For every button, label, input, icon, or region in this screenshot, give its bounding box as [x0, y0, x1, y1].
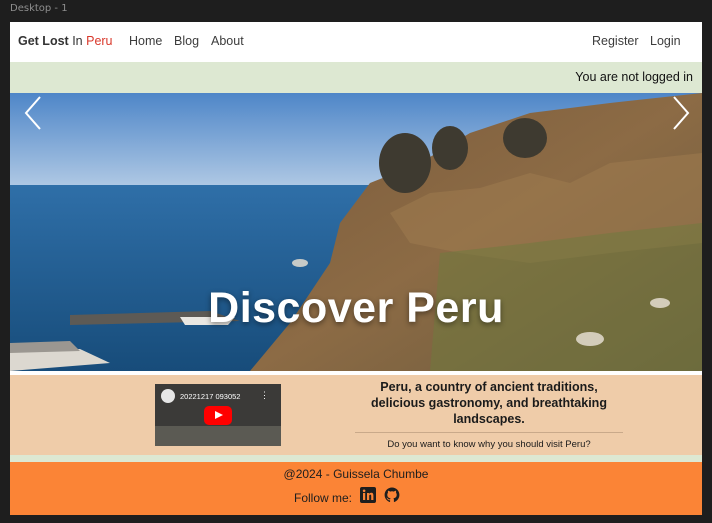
hero-title: Discover Peru — [208, 284, 504, 332]
desktop-frame: Get Lost In Peru Home Blog About Registe… — [10, 22, 702, 515]
video-menu-icon[interactable]: ⋮ — [260, 390, 269, 401]
intro-headline-line: landscapes. — [453, 412, 525, 426]
intro-headline: Peru, a country of ancient traditions, d… — [355, 379, 623, 427]
carousel-prev-icon[interactable] — [22, 93, 46, 133]
footer-copyright: @2024 - Guissela Chumbe — [283, 467, 429, 481]
login-status-bar: You are not logged in — [10, 62, 702, 93]
nav-login-link[interactable]: Login — [650, 34, 681, 48]
intro-divider — [355, 432, 623, 433]
nav-blog-link[interactable]: Blog — [174, 34, 199, 48]
github-icon[interactable] — [384, 487, 400, 503]
intro-headline-line: delicious gastronomy, and breathtaking — [371, 396, 607, 410]
video-channel-avatar — [161, 389, 175, 403]
section-divider-strip — [10, 455, 702, 462]
intro-headline-line: Peru, a country of ancient traditions, — [380, 380, 598, 394]
nav-register-link[interactable]: Register — [592, 34, 639, 48]
video-title: 20221217 093052 — [180, 392, 241, 401]
intro-panel: 20221217 093052 ⋮ Peru, a country of anc… — [10, 375, 702, 461]
footer: @2024 - Guissela Chumbe Follow me: — [10, 462, 702, 515]
youtube-play-icon[interactable] — [204, 406, 232, 425]
brand-logo[interactable]: Get Lost In Peru — [18, 34, 113, 48]
video-embed[interactable]: 20221217 093052 ⋮ — [155, 384, 281, 446]
hero-carousel: Discover Peru — [10, 93, 702, 371]
login-status-text: You are not logged in — [575, 70, 693, 84]
intro-section: 20221217 093052 ⋮ Peru, a country of anc… — [10, 371, 702, 461]
nav-home-link[interactable]: Home — [129, 34, 162, 48]
brand-part-3: Peru — [86, 34, 113, 48]
linkedin-icon[interactable] — [360, 487, 376, 503]
footer-follow-label: Follow me: — [294, 491, 353, 505]
brand-part-1: Get Lost — [18, 34, 69, 48]
intro-question: Do you want to know why you should visit… — [387, 439, 591, 450]
carousel-next-icon[interactable] — [668, 93, 692, 133]
frame-label: Desktop - 1 — [10, 3, 68, 14]
video-thumbnail-ground — [155, 426, 281, 446]
nav-about-link[interactable]: About — [211, 34, 244, 48]
brand-part-2: In — [72, 34, 83, 48]
navbar: Get Lost In Peru Home Blog About Registe… — [10, 22, 702, 62]
